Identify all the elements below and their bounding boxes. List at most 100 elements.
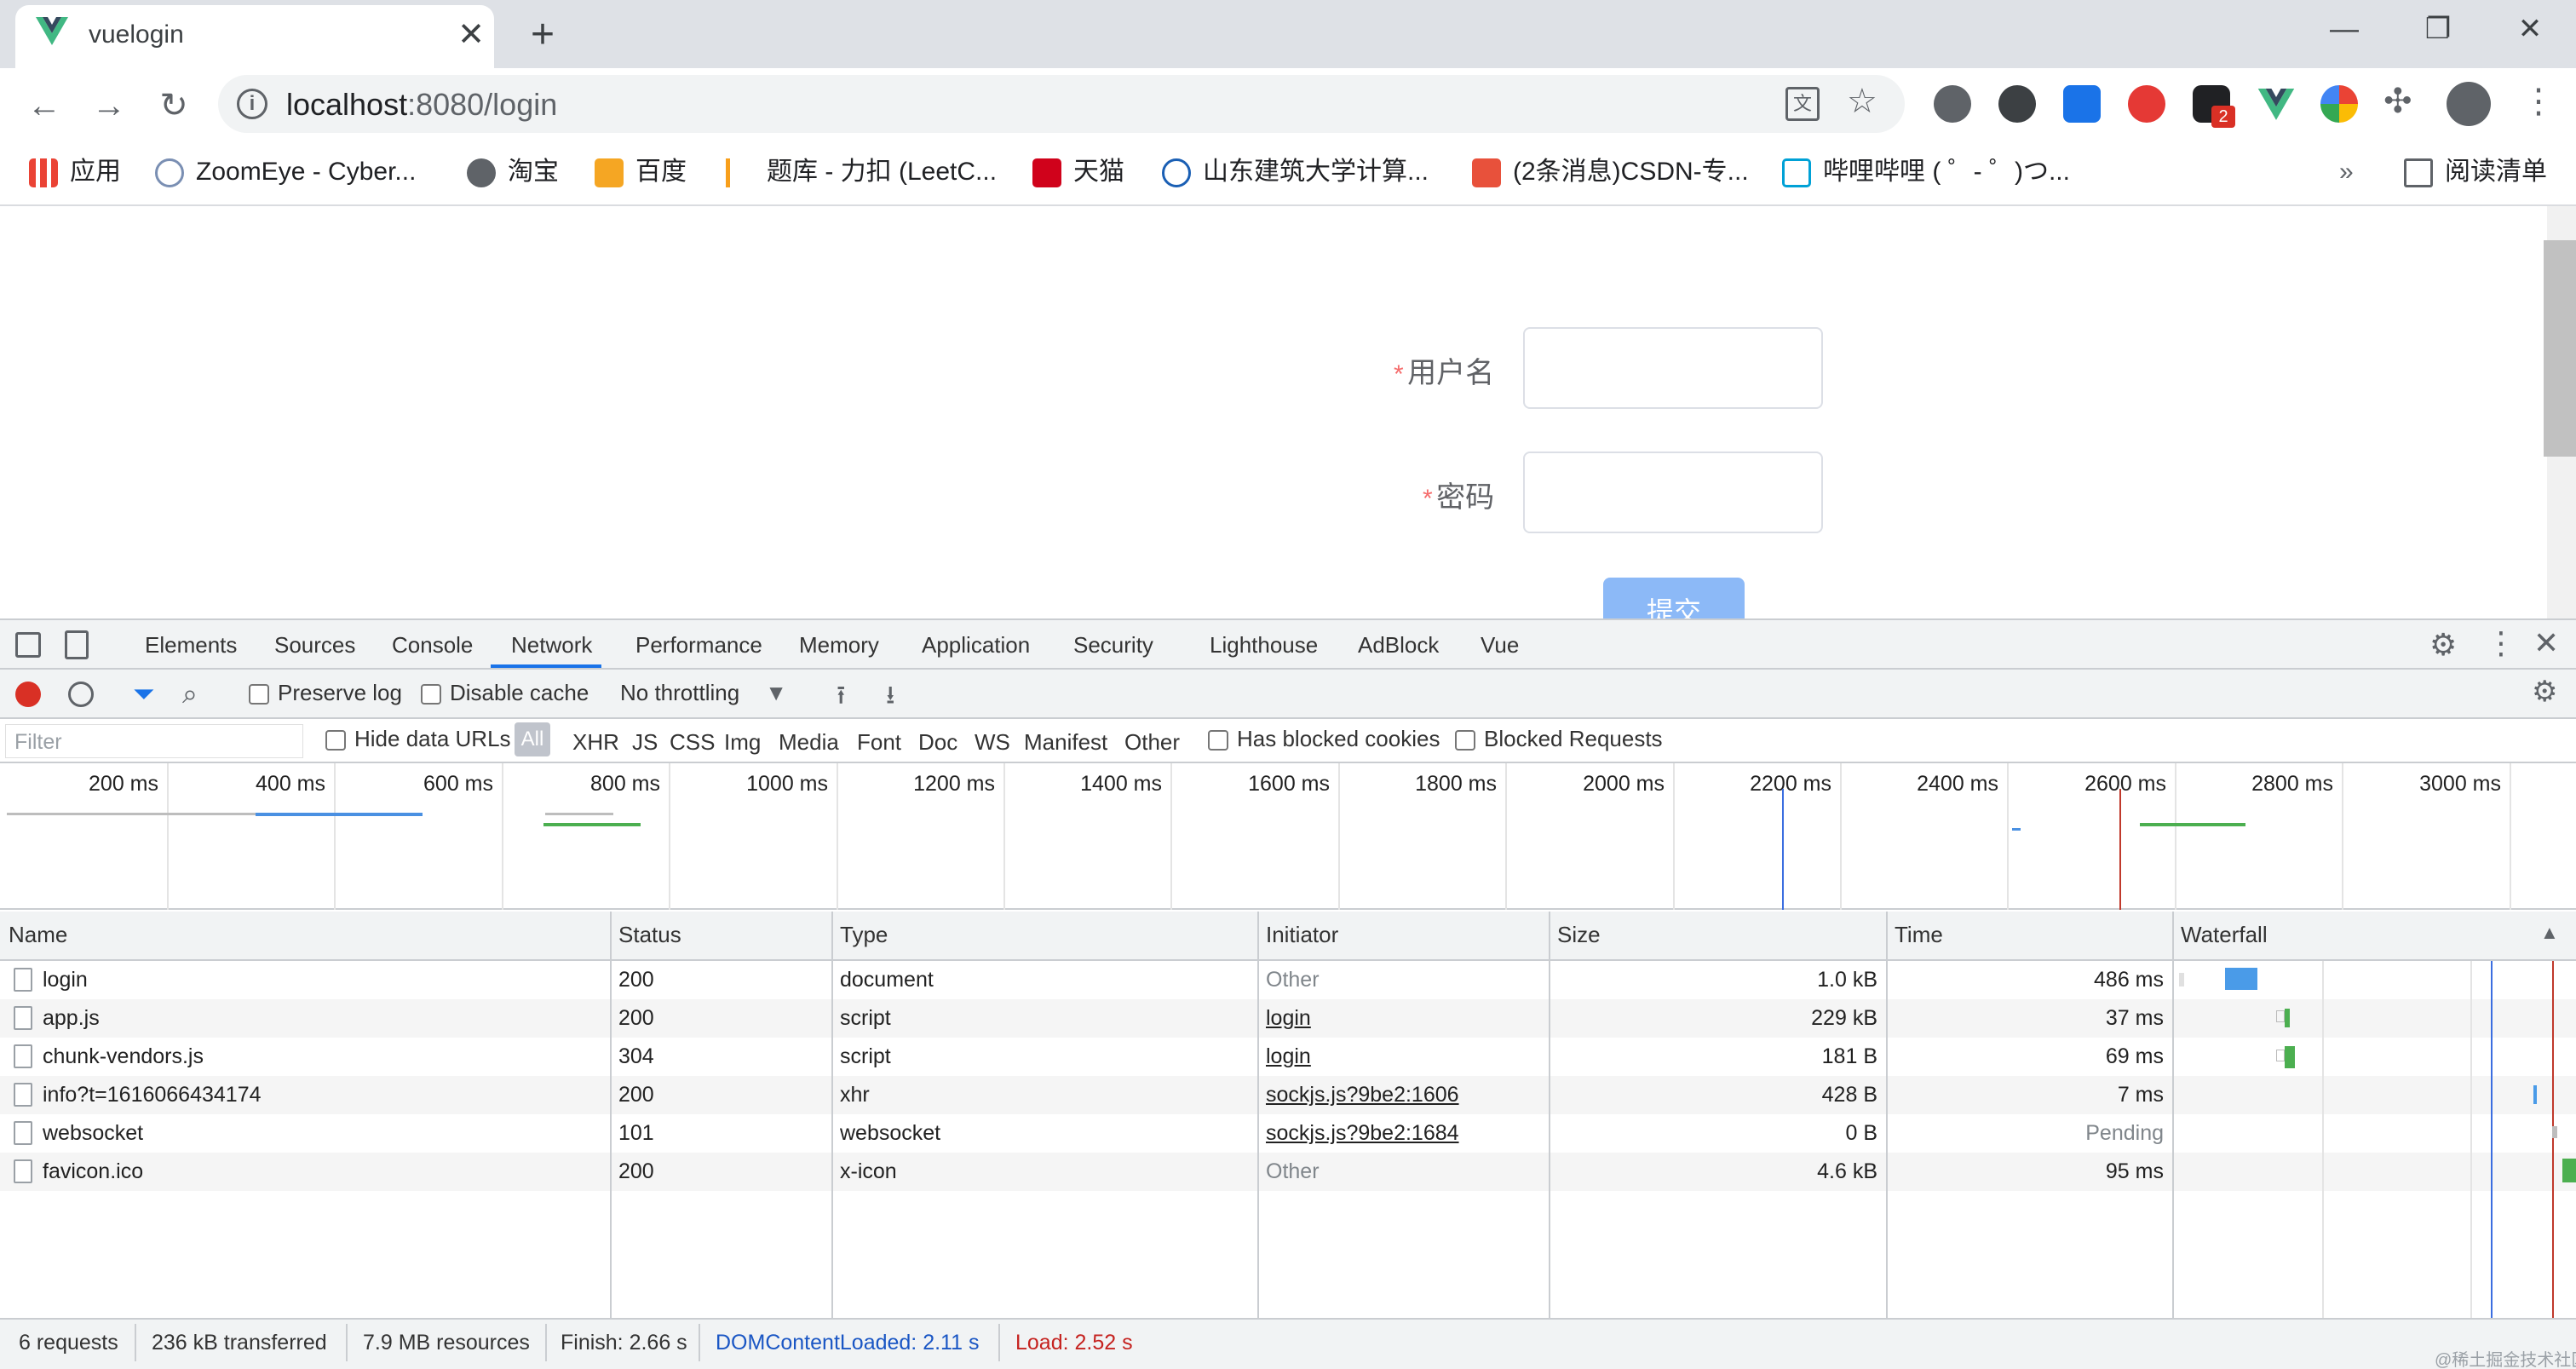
username-input[interactable] [1523,327,1823,409]
adblock-ext-icon[interactable] [2128,85,2165,123]
checkbox-box[interactable] [325,730,346,751]
device-toolbar-icon[interactable] [65,630,89,659]
column-name[interactable]: Name [9,922,67,948]
devtools-tab-application[interactable]: Application [922,632,1030,659]
sort-ascending-icon[interactable]: ▲ [2540,922,2559,944]
checkbox-box[interactable] [1455,730,1475,751]
record-icon[interactable] [15,682,41,707]
address-bar[interactable]: i localhost:8080/login 文 ☆ [218,75,1905,133]
filter-type-manifest[interactable]: Manifest [1024,729,1107,756]
cell-name[interactable]: info?t=1616066434174 [43,1076,262,1114]
has-blocked-cookies-checkbox[interactable]: Has blocked cookies [1208,726,1440,752]
devtools-tab-adblock[interactable]: AdBlock [1358,632,1439,659]
devtools-tab-network[interactable]: Network [511,632,592,659]
filter-type-css[interactable]: CSS [670,729,715,756]
devtools-close-icon[interactable]: ✕ [2533,625,2559,661]
bookmark-sdjzu[interactable]: 山东建筑大学计算... [1162,153,1429,191]
cell-initiator[interactable]: sockjs.js?9be2:1684 [1266,1114,1459,1153]
bookmark-taobao[interactable]: 淘宝 [467,153,559,191]
submit-button[interactable]: 提交 [1603,578,1745,618]
column-status[interactable]: Status [618,922,681,948]
devtools-tab-security[interactable]: Security [1073,632,1153,659]
search-icon[interactable]: ⌕ [182,678,198,710]
hide-data-urls-checkbox[interactable]: Hide data URLs [325,726,511,752]
cell-initiator[interactable]: login [1266,1038,1311,1076]
devtools-tab-console[interactable]: Console [392,632,473,659]
devtools-menu-icon[interactable]: ⋮ [2486,625,2516,661]
cell-name[interactable]: websocket [43,1114,143,1153]
site-info-icon[interactable]: i [237,89,267,119]
filter-type-other[interactable]: Other [1124,729,1180,756]
checkbox-box[interactable] [249,684,269,705]
page-scrollbar-thumb[interactable] [2544,240,2576,457]
new-tab-button[interactable]: + [520,12,566,58]
browser-tab[interactable]: vuelogin ✕ [15,5,494,68]
bookmark-zoomeye[interactable]: ZoomEye - Cyber... [155,153,416,191]
filter-type-js[interactable]: JS [632,729,658,756]
cell-name[interactable]: favicon.ico [43,1153,143,1191]
column-initiator[interactable]: Initiator [1266,922,1338,948]
filter-type-img[interactable]: Img [724,729,761,756]
password-input[interactable] [1523,452,1823,533]
throttling-select[interactable]: No throttling ▼ [620,680,787,706]
filter-type-all[interactable]: All [515,722,550,756]
reading-list-button[interactable]: 阅读清单 [2404,153,2547,191]
forward-icon[interactable]: → [85,82,133,129]
bookmark-leetcode[interactable]: 题库 - 力扣 (LeetC... [726,153,997,191]
bookmark-csdn[interactable]: (2条消息)CSDN-专... [1472,153,1749,191]
vue-devtools-icon[interactable] [2257,89,2295,121]
column-size[interactable]: Size [1557,922,1601,948]
translate-ext-icon[interactable] [2063,85,2101,123]
checkbox-box[interactable] [1208,730,1228,751]
import-har-icon[interactable]: ⭱ [837,676,846,720]
filter-type-xhr[interactable]: XHR [572,729,619,756]
download-ext-icon[interactable] [1934,85,1971,123]
reload-icon[interactable]: ↻ [150,82,198,129]
tab-close-icon[interactable]: ✕ [451,15,491,55]
restore-button[interactable]: ❐ [2404,7,2472,51]
filter-funnel-icon[interactable]: ⏷ [133,678,155,710]
minimize-button[interactable]: — [2310,7,2378,51]
devtools-settings-icon[interactable]: ⚙ [2429,627,2457,663]
cell-name[interactable]: login [43,961,88,999]
bookmark-baidu[interactable]: 百度 [595,153,687,191]
checkbox-box[interactable] [421,684,441,705]
cell-initiator[interactable]: sockjs.js?9be2:1606 [1266,1076,1459,1114]
cell-name[interactable]: chunk-vendors.js [43,1038,204,1076]
devtools-tab-performance[interactable]: Performance [635,632,762,659]
bookmark-apps[interactable]: 应用 [29,153,121,191]
filter-input[interactable]: Filter [5,724,303,758]
filter-type-doc[interactable]: Doc [918,729,957,756]
inspect-element-icon[interactable] [15,632,41,658]
profile-avatar-icon[interactable] [2447,82,2491,126]
column-waterfall[interactable]: Waterfall [2181,922,2268,948]
bookmarks-more-button[interactable]: » [2339,153,2354,191]
blocked-requests-checkbox[interactable]: Blocked Requests [1455,726,1663,752]
window-close-button[interactable]: ✕ [2496,7,2564,51]
devtools-tab-lighthouse[interactable]: Lighthouse [1210,632,1318,659]
devtools-tab-vue[interactable]: Vue [1481,632,1519,659]
disable-cache-checkbox[interactable]: Disable cache [421,680,589,706]
devtools-tab-elements[interactable]: Elements [145,632,237,659]
preserve-log-checkbox[interactable]: Preserve log [249,680,402,706]
bookmark-star-icon[interactable]: ☆ [1847,82,1877,121]
devtools-tab-sources[interactable]: Sources [274,632,355,659]
filter-type-media[interactable]: Media [779,729,839,756]
devtools-tab-memory[interactable]: Memory [799,632,879,659]
bookmark-bilibili[interactable]: 哔哩哔哩 ( ゜- ゜)つ... [1782,153,2070,191]
filter-type-ws[interactable]: WS [975,729,1010,756]
cell-name[interactable]: app.js [43,999,100,1038]
url-text[interactable]: localhost:8080/login [286,87,557,123]
column-type[interactable]: Type [840,922,888,948]
network-settings-icon[interactable]: ⚙ [2532,675,2557,709]
bookmark-tmall[interactable]: 天猫 [1032,153,1124,191]
back-icon[interactable]: ← [20,82,68,129]
cell-initiator[interactable]: login [1266,999,1311,1038]
clear-icon[interactable] [68,682,94,707]
vd-ext-icon[interactable] [1998,85,2036,123]
column-time[interactable]: Time [1895,922,1943,948]
filter-type-font[interactable]: Font [857,729,901,756]
browser-menu-icon[interactable]: ⋮ [2521,82,2556,121]
color-ext-icon[interactable] [2320,85,2358,123]
extensions-puzzle-icon[interactable]: ✣ [2383,82,2412,121]
